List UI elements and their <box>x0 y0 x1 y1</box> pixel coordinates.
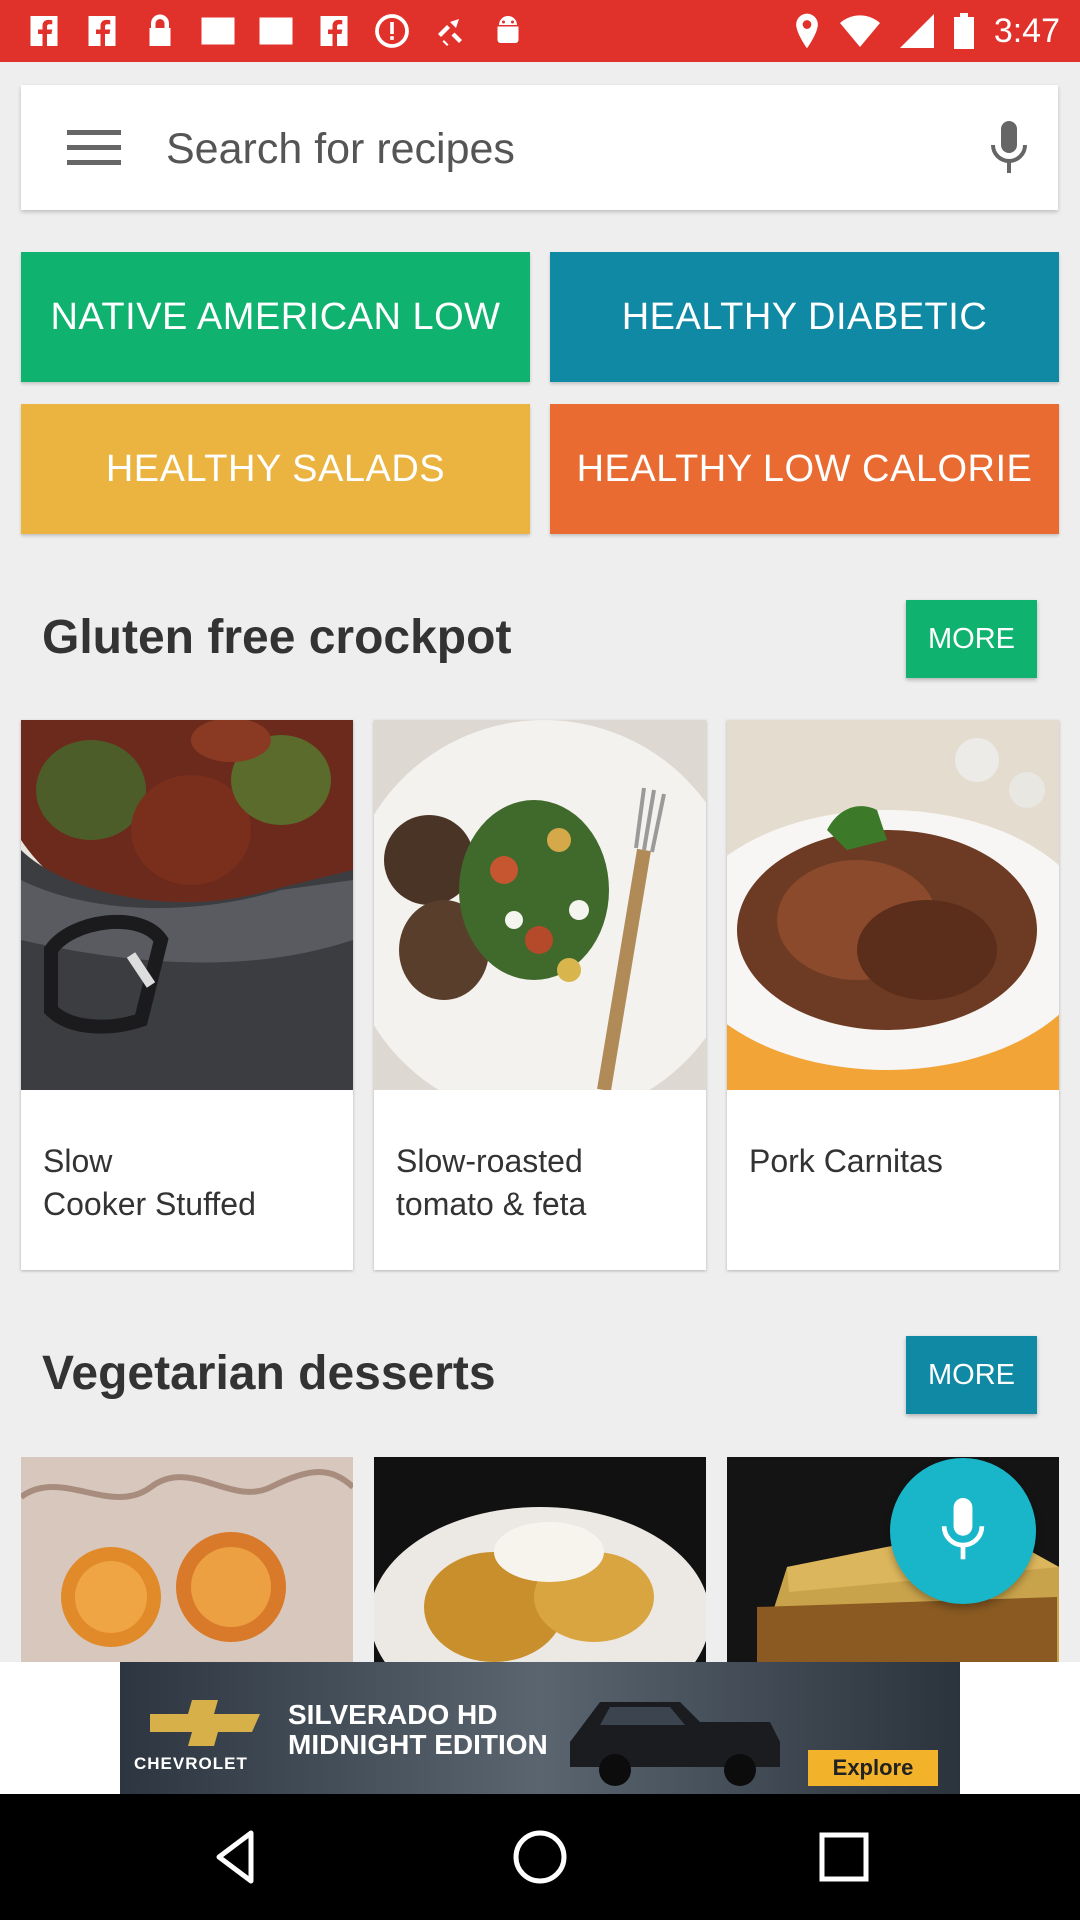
ad-explore-button[interactable]: Explore <box>808 1750 938 1786</box>
status-time: 3:47 <box>993 11 1060 50</box>
facebook-icon <box>26 13 62 49</box>
ad-headline: SILVERADO HD MIDNIGHT EDITION <box>288 1699 548 1760</box>
more-button[interactable]: MORE <box>906 600 1037 678</box>
recipe-card[interactable]: Slow Cooker Stuffed <box>21 720 353 1270</box>
recipe-card[interactable]: Slow-roasted tomato & feta <box>374 720 706 1270</box>
fake-gps-icon <box>432 13 468 49</box>
recipe-image <box>727 720 1059 1090</box>
lock-icon <box>142 13 178 49</box>
system-icons: 3:47 <box>794 8 1060 54</box>
signal-icon <box>899 14 934 48</box>
facebook-icon <box>316 13 352 49</box>
ad-banner[interactable]: CHEVROLET SILVERADO HD MIDNIGHT EDITION … <box>0 1662 1080 1794</box>
category-native-american-low[interactable]: NATIVE AMERICAN LOW <box>21 252 530 382</box>
chevrolet-logo-icon <box>150 1700 260 1746</box>
recipe-card[interactable]: Pork Carnitas <box>727 720 1059 1270</box>
android-icon <box>490 13 526 49</box>
blank-notification-icon <box>258 13 294 49</box>
recipe-image <box>374 1457 706 1662</box>
wifi-icon <box>839 15 880 47</box>
facebook-icon <box>84 13 120 49</box>
ad-creative[interactable]: CHEVROLET SILVERADO HD MIDNIGHT EDITION … <box>120 1662 960 1794</box>
more-button[interactable]: MORE <box>906 1336 1037 1414</box>
recents-icon[interactable] <box>814 1827 874 1887</box>
microphone-icon[interactable] <box>989 121 1029 177</box>
recipe-image <box>374 720 706 1090</box>
truck-image <box>570 1702 780 1786</box>
notification-icons <box>26 10 526 52</box>
recipe-title: Slow Cooker Stuffed <box>43 1143 256 1222</box>
recipe-image <box>21 720 353 1090</box>
alert-icon <box>374 13 410 49</box>
recipe-title: Slow-roasted tomato & feta <box>396 1143 587 1222</box>
recipe-card[interactable] <box>21 1457 353 1662</box>
voice-search-button[interactable] <box>890 1458 1036 1604</box>
blank-notification-icon <box>200 13 236 49</box>
category-healthy-salads[interactable]: HEALTHY SALADS <box>21 404 530 534</box>
recipe-card[interactable] <box>374 1457 706 1662</box>
search-bar <box>21 85 1058 210</box>
status-bar: 3:47 <box>0 0 1080 62</box>
recipe-image <box>21 1457 353 1662</box>
home-icon[interactable] <box>510 1827 570 1887</box>
battery-icon <box>953 13 974 49</box>
microphone-icon <box>941 1498 985 1560</box>
category-healthy-diabetic[interactable]: HEALTHY DIABETIC <box>550 252 1059 382</box>
location-icon <box>795 13 818 49</box>
navigation-bar <box>0 1794 1080 1920</box>
category-healthy-low-calorie[interactable]: HEALTHY LOW CALORIE <box>550 404 1059 534</box>
section-title-vegetarian-desserts: Vegetarian desserts <box>42 1347 496 1400</box>
hamburger-menu-icon[interactable] <box>67 130 121 166</box>
back-icon[interactable] <box>207 1827 267 1887</box>
ad-brand: CHEVROLET <box>134 1754 248 1773</box>
recipe-title: Pork Carnitas <box>749 1143 943 1179</box>
section-title-gluten-free-crockpot: Gluten free crockpot <box>42 611 512 664</box>
search-input[interactable] <box>164 113 948 185</box>
